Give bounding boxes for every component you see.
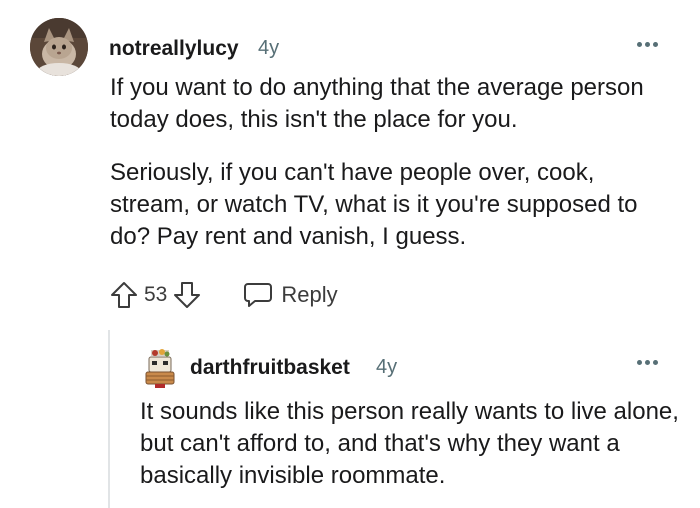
reply-label: Reply [281, 282, 338, 307]
reply-text: It sounds like this person really wants … [140, 398, 679, 489]
reply-button[interactable]: Reply [243, 281, 338, 309]
more-options-icon [636, 41, 642, 47]
reply-username[interactable]: darthfruitbasket [190, 356, 350, 380]
reply-timestamp[interactable]: 4y [376, 356, 397, 379]
downvote-arrow-icon [174, 282, 201, 308]
comment-paragraph: Seriously, if you can't have people over… [110, 159, 638, 250]
more-options-icon [636, 359, 642, 365]
comment-actions: 53 Reply [108, 278, 338, 312]
chat-bubble-icon [244, 283, 273, 307]
comment-timestamp[interactable]: 4y [258, 37, 279, 60]
cat-avatar-icon [30, 18, 88, 76]
downvote-button[interactable] [171, 279, 203, 311]
comment-paragraph: If you want to do anything that the aver… [110, 74, 644, 133]
comment-username[interactable]: notreallylucy [109, 37, 239, 61]
upvote-arrow-icon [111, 282, 137, 308]
vote-score: 53 [144, 283, 168, 306]
reply-user-avatar[interactable] [142, 348, 178, 388]
thread-line[interactable] [108, 330, 110, 508]
user-avatar[interactable] [30, 18, 88, 76]
fruit-basket-avatar-icon [145, 349, 175, 388]
upvote-button[interactable] [108, 279, 140, 311]
reply-more-options-button[interactable] [632, 352, 662, 372]
more-options-button[interactable] [632, 34, 662, 54]
